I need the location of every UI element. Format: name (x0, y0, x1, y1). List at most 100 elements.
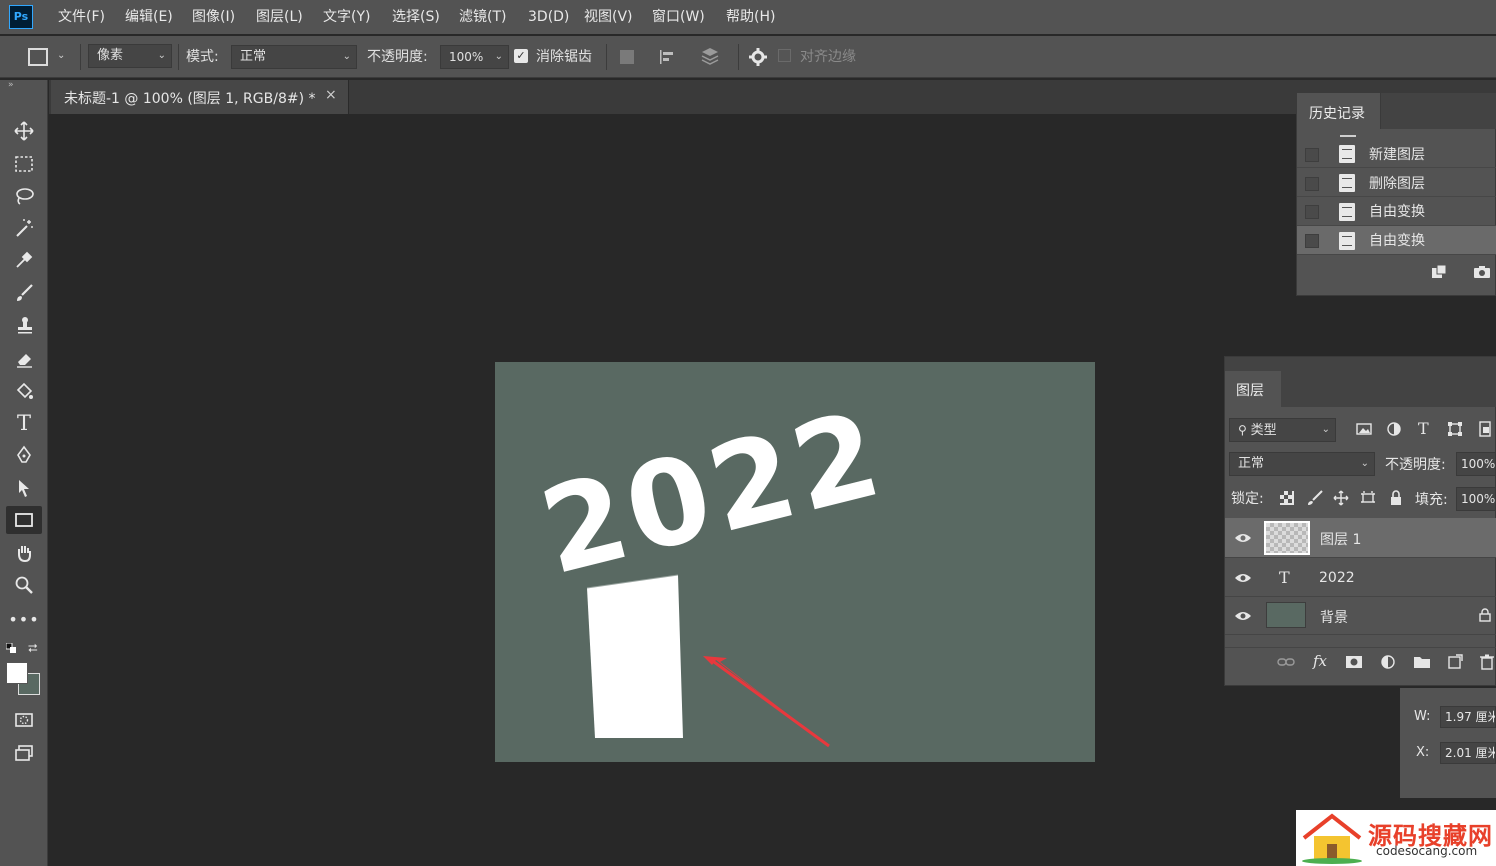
type-tool-icon[interactable]: T (10, 409, 38, 437)
menu-view[interactable]: 视图(V) (584, 0, 633, 34)
lock-icon (1479, 608, 1491, 622)
quick-mask-icon[interactable] (10, 706, 38, 734)
align-edges-checkbox[interactable] (778, 49, 791, 62)
canvas-text-2022: 2022 (528, 384, 896, 601)
lock-label: 锁定: (1231, 491, 1264, 507)
antialias-checkbox[interactable]: ✓ (514, 49, 528, 63)
align-left-icon[interactable] (658, 48, 676, 66)
lock-transparent-pixels-icon[interactable] (1280, 491, 1294, 505)
layer-name[interactable]: 2022 (1319, 570, 1355, 586)
type-filter-icon[interactable]: T (1418, 419, 1429, 438)
history-snapshot-toggle[interactable] (1305, 148, 1319, 162)
history-item-label: 新建图层 (1369, 147, 1425, 163)
eye-icon[interactable] (1234, 610, 1252, 622)
zoom-tool-icon[interactable] (10, 571, 38, 599)
lock-position-icon[interactable] (1333, 490, 1349, 506)
history-snapshot-toggle[interactable] (1305, 205, 1319, 219)
lock-artboard-icon[interactable] (1360, 490, 1376, 506)
layer-opacity-label: 不透明度: (1385, 457, 1446, 473)
fill-label: 填充: (1415, 492, 1448, 508)
photoshop-logo: Ps (9, 5, 33, 29)
link-layers-icon[interactable] (1277, 655, 1295, 669)
mode-dropdown[interactable]: 正常 ⌄ (231, 45, 357, 69)
folder-icon[interactable] (1413, 655, 1431, 669)
new-document-from-state-icon[interactable] (1430, 264, 1448, 280)
screen-mode-icon[interactable] (10, 739, 38, 767)
layer-filter-dropdown[interactable]: ⚲ 类型 ⌄ (1229, 418, 1336, 442)
menu-help[interactable]: 帮助(H) (726, 0, 775, 34)
eraser-tool-icon[interactable] (10, 345, 38, 373)
transformed-rectangle (587, 575, 683, 738)
history-step-icon (1339, 145, 1355, 163)
chevron-down-icon[interactable]: ⌄ (57, 50, 65, 61)
shape-filter-icon[interactable] (1447, 421, 1463, 437)
opacity-input[interactable]: 100% ⌄ (440, 45, 509, 69)
lock-all-icon[interactable] (1389, 490, 1403, 506)
rectangle-tool-icon[interactable] (10, 506, 38, 534)
eye-icon[interactable] (1234, 532, 1252, 544)
layers-title: 图层 (1236, 383, 1264, 399)
width-input[interactable]: 1.97 厘米 (1440, 706, 1496, 728)
default-colors-icon[interactable] (5, 642, 16, 653)
hand-tool-icon[interactable] (10, 539, 38, 567)
menu-3d[interactable]: 3D(D) (528, 0, 569, 34)
menu-edit[interactable]: 编辑(E) (125, 0, 173, 34)
trash-icon[interactable] (1480, 654, 1494, 670)
new-layer-icon[interactable] (1447, 654, 1463, 670)
more-tools-icon[interactable]: ••• (8, 605, 38, 633)
menu-image[interactable]: 图像(I) (192, 0, 235, 34)
arrange-icon[interactable] (698, 46, 722, 68)
fill-input[interactable]: 100% (1456, 487, 1496, 511)
lasso-tool-icon[interactable] (10, 182, 38, 210)
mode-label: 模式: (186, 49, 219, 65)
marquee-tool-icon[interactable] (10, 150, 38, 178)
artboard[interactable]: 2022 (495, 362, 1095, 762)
camera-icon[interactable] (1473, 264, 1491, 280)
foreground-color-swatch[interactable] (6, 662, 28, 684)
adjustment-layer-icon[interactable] (1380, 654, 1396, 670)
history-snapshot-toggle[interactable] (1305, 177, 1319, 191)
fx-icon[interactable]: fx (1313, 652, 1327, 670)
eyedropper-icon[interactable] (10, 246, 38, 274)
path-selection-icon[interactable] (10, 474, 38, 502)
menu-type[interactable]: 文字(Y) (323, 0, 370, 34)
layer-opacity-input[interactable]: 100% (1456, 452, 1496, 476)
watermark: 源码搜藏网 codesocang.com (1296, 810, 1496, 866)
stamp-tool-icon[interactable] (10, 311, 38, 339)
menu-window[interactable]: 窗口(W) (652, 0, 705, 34)
layer-row[interactable] (1225, 559, 1496, 597)
smart-object-filter-icon[interactable] (1477, 421, 1493, 437)
unit-dropdown[interactable]: 像素 ⌄ (88, 44, 172, 68)
path-ops-icon[interactable] (620, 50, 634, 64)
history-item-label: 删除图层 (1369, 176, 1425, 192)
lock-image-pixels-icon[interactable] (1307, 490, 1323, 506)
x-label: X: (1416, 745, 1430, 760)
eye-icon[interactable] (1234, 572, 1252, 584)
gear-icon[interactable] (748, 47, 768, 67)
layer-name[interactable]: 背景 (1320, 607, 1348, 627)
layer-mask-icon[interactable] (1345, 655, 1363, 669)
swap-colors-icon[interactable]: ⮂ (28, 641, 38, 656)
menu-file[interactable]: 文件(F) (58, 0, 105, 34)
pen-tool-icon[interactable] (10, 441, 38, 469)
magic-wand-icon[interactable] (10, 214, 38, 242)
move-tool-icon[interactable] (10, 117, 38, 145)
menu-filter[interactable]: 滤镜(T) (459, 0, 506, 34)
layer-name[interactable]: 图层 1 (1320, 529, 1361, 549)
adjustment-filter-icon[interactable] (1386, 421, 1402, 437)
x-input[interactable]: 2.01 厘米 (1440, 742, 1496, 764)
history-snapshot-toggle[interactable] (1305, 234, 1319, 248)
history-item-label: 自由变换 (1369, 204, 1425, 220)
history-step-icon (1339, 174, 1355, 192)
menu-layer[interactable]: 图层(L) (256, 0, 303, 34)
close-icon[interactable]: × (325, 87, 337, 103)
pixel-filter-icon[interactable] (1356, 421, 1372, 437)
rectangle-preset-icon[interactable] (28, 48, 48, 66)
align-edges-label: 对齐边缘 (800, 49, 856, 65)
brush-tool-icon[interactable] (10, 279, 38, 307)
blend-mode-dropdown[interactable]: 正常 ⌄ (1229, 452, 1375, 476)
paint-bucket-icon[interactable] (10, 377, 38, 405)
menu-select[interactable]: 选择(S) (392, 0, 440, 34)
collapse-icon[interactable]: » (8, 80, 14, 90)
layer-thumbnail (1266, 602, 1306, 628)
